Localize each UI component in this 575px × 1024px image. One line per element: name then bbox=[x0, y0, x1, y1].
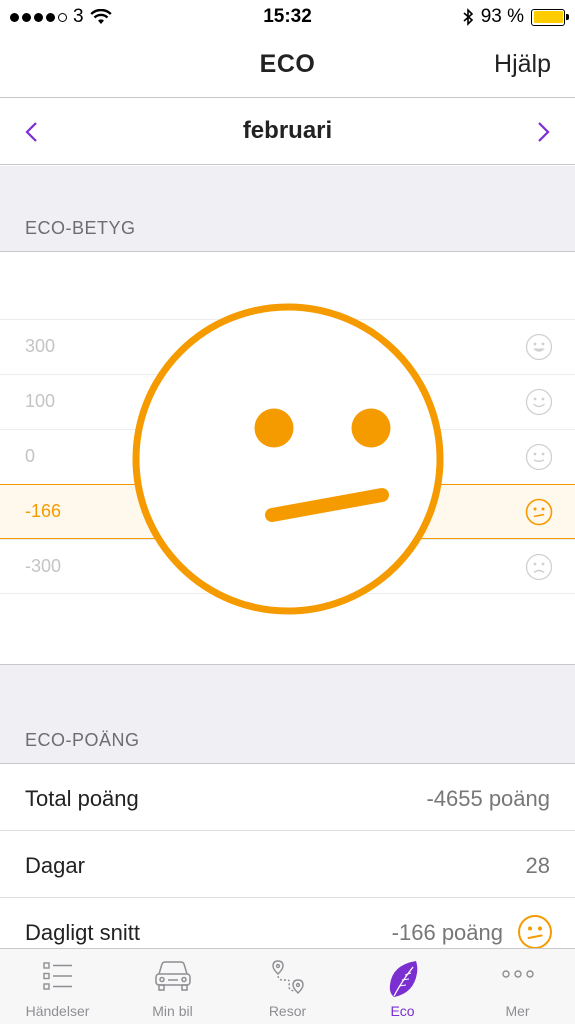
tab-resor[interactable]: Resor bbox=[230, 949, 345, 1024]
eco-betyg-header-label: ECO-BETYG bbox=[25, 218, 136, 238]
battery-percent: 93 % bbox=[480, 6, 524, 27]
month-name: februari bbox=[242, 117, 333, 144]
rating-value: -300 bbox=[25, 556, 62, 576]
route-icon bbox=[271, 960, 304, 994]
tab-label: Resor bbox=[268, 1003, 307, 1019]
eco-poang-header-label: ECO-POÄNG bbox=[25, 730, 140, 750]
next-month-chevron-icon[interactable] bbox=[533, 120, 553, 144]
month-selector: februari bbox=[0, 99, 575, 165]
tab-label: Mer bbox=[505, 1003, 530, 1019]
tab-label: Händelser bbox=[25, 1003, 90, 1019]
eco-points-list: Total poäng -4655 poäng Dagar 28 Dagligt… bbox=[0, 764, 575, 965]
list-item-days: Dagar 28 bbox=[0, 831, 575, 898]
list-icon bbox=[42, 962, 72, 990]
rating-value: 300 bbox=[25, 336, 56, 356]
list-item-value: -166 poäng bbox=[391, 920, 503, 945]
tab-eco[interactable]: Eco bbox=[345, 949, 460, 1024]
list-item-value: 28 bbox=[525, 853, 550, 878]
eco-rating-neutral-face-icon bbox=[132, 303, 444, 615]
list-item-label: Dagligt snitt bbox=[25, 920, 140, 945]
battery-icon bbox=[531, 8, 569, 26]
more-icon bbox=[501, 970, 534, 978]
tab-bar: Händelser Min bil Resor Eco Mer bbox=[0, 948, 575, 1024]
list-item-label: Total poäng bbox=[25, 786, 139, 811]
eco-poang-section-header: ECO-POÄNG bbox=[0, 665, 575, 764]
help-button[interactable]: Hjälp bbox=[494, 50, 551, 79]
rating-value: 100 bbox=[25, 391, 56, 411]
sad-face-icon bbox=[525, 553, 553, 581]
list-item-label: Dagar bbox=[25, 853, 85, 878]
tab-handelser[interactable]: Händelser bbox=[0, 949, 115, 1024]
page-title: ECO bbox=[259, 50, 316, 78]
car-icon bbox=[154, 961, 191, 991]
smile-face-icon bbox=[525, 388, 553, 416]
tab-label: Eco bbox=[390, 1003, 415, 1019]
tab-min-bil[interactable]: Min bil bbox=[115, 949, 230, 1024]
bluetooth-icon bbox=[463, 8, 473, 26]
eco-betyg-section-header: ECO-BETYG bbox=[0, 166, 575, 252]
tab-mer[interactable]: Mer bbox=[460, 949, 575, 1024]
happy-face-icon bbox=[525, 333, 553, 361]
rating-value: -166 bbox=[25, 501, 62, 521]
nav-bar: ECO Hjälp bbox=[0, 34, 575, 98]
neutral-face-icon bbox=[518, 915, 552, 949]
tab-label: Min bil bbox=[152, 1003, 193, 1019]
slight-smile-face-icon bbox=[525, 443, 553, 471]
list-item-value: -4655 poäng bbox=[426, 786, 550, 811]
rating-value: 0 bbox=[25, 446, 36, 466]
leaf-icon bbox=[389, 961, 417, 997]
status-bar: 3 15:32 93 % bbox=[0, 0, 575, 34]
eco-rating-scale: 300 100 0 -166 -300 bbox=[0, 252, 575, 665]
neutral-face-icon bbox=[525, 498, 553, 526]
list-item-total: Total poäng -4655 poäng bbox=[0, 764, 575, 831]
